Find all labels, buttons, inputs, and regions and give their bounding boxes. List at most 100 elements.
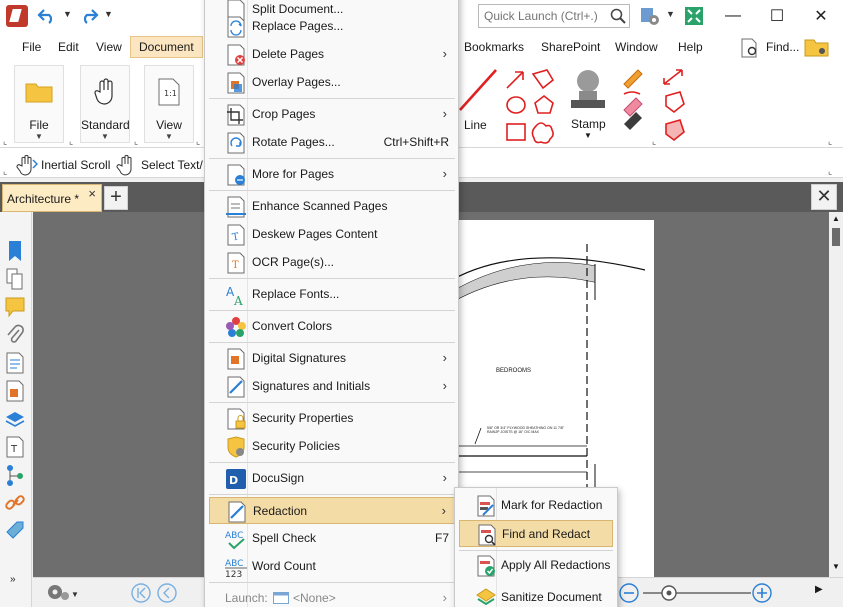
undo-icon[interactable] [34,5,60,27]
previous-page-icon[interactable] [157,583,177,603]
layers-icon[interactable] [5,408,25,430]
svg-text:1:1: 1:1 [164,89,177,98]
menu-sharepoint[interactable]: SharePoint [533,36,608,58]
vertical-scrollbar[interactable]: ▲ ▼ [829,212,843,577]
menu-item-delete-pages[interactable]: Delete Pages › [209,41,455,68]
customize-quick-access-icon[interactable]: ▼ [104,9,113,19]
word-count-icon: ABC123 [225,559,247,578]
file-ribbon-button[interactable]: File ▼ [14,65,64,143]
first-page-icon[interactable] [131,583,151,603]
stamp-ribbon-button[interactable]: Stamp ▼ [562,65,614,143]
menu-item-digital-signatures[interactable]: Digital Signatures › [209,345,455,372]
menu-edit[interactable]: Edit [50,36,87,58]
line-tool-icon[interactable] [458,66,498,116]
redo-icon[interactable] [76,5,102,27]
attachment-icon[interactable] [5,324,25,346]
menu-item-security-properties[interactable]: Security Properties [209,405,455,432]
status-settings-icon[interactable]: ▼ [45,581,79,606]
ribbon-corner-icon[interactable]: ⌞ [3,136,7,147]
menu-item-security-policies[interactable]: Security Policies [209,433,455,460]
add-tab-button[interactable]: + [104,186,128,210]
menu-item-spell-check[interactable]: ABC Spell Check F7 [209,525,455,552]
zoom-in-icon[interactable] [752,583,772,603]
close-tab-icon[interactable]: × [88,186,96,201]
structure-icon[interactable] [5,464,25,486]
menu-bookmarks[interactable]: Bookmarks [456,36,532,58]
apply-redactions-icon [477,555,495,577]
status-right-arrow-icon[interactable]: ▶ [815,584,823,595]
maximize-button[interactable]: ☐ [755,0,799,32]
view-ribbon-button[interactable]: 1:1 View ▼ [144,65,194,143]
zoom-out-icon[interactable] [619,583,639,603]
signatures-panel-icon[interactable] [5,380,25,402]
menu-item-replace-pages[interactable]: Replace Pages... [209,13,455,40]
toolbar-corner-icon[interactable]: ⌞ [3,166,7,177]
menu-item-label: Redaction [253,504,308,518]
drawing-note: 5/8" OR 3/4" PLYWOOD SHEATHING ON 11 7/8… [487,426,565,434]
zoom-slider-thumb[interactable] [660,584,678,602]
shape-tools-icon[interactable] [503,66,559,146]
menu-separator [209,158,455,159]
menu-item-enhance-scanned-pages[interactable]: Enhance Scanned Pages [209,193,455,220]
find-document-icon[interactable] [740,38,758,58]
inertial-scroll-button[interactable]: Inertial Scroll [14,154,110,176]
ribbon-corner-icon[interactable]: ⌞ [828,136,832,147]
bookmark-icon[interactable] [5,240,25,262]
select-text-button[interactable]: Select Text/ [114,154,203,176]
app-logo-icon[interactable] [6,5,28,27]
thumbnails-icon[interactable] [5,268,25,290]
menu-item-convert-colors[interactable]: Convert Colors [209,313,455,340]
settings-icon[interactable] [636,5,664,27]
page-properties-icon[interactable] [5,352,25,374]
close-document-button[interactable]: ✕ [811,184,837,210]
menu-item-replace-fonts[interactable]: AA Replace Fonts... [209,281,455,308]
menu-item-rotate-pages[interactable]: Rotate Pages... Ctrl+Shift+R [209,129,455,156]
ribbon-corner-icon[interactable]: ⌞ [69,136,73,147]
menu-item-deskew-pages-content[interactable]: T Deskew Pages Content [209,221,455,248]
close-window-button[interactable]: ✕ [799,0,843,32]
menu-item-word-count[interactable]: ABC 123 Word Count [209,553,455,580]
full-screen-icon[interactable] [681,5,707,27]
menu-item-more-for-pages[interactable]: More for Pages › [209,161,455,188]
ribbon-corner-icon[interactable]: ⌞ [652,136,656,147]
undo-dropdown-icon[interactable]: ▼ [63,9,72,19]
settings-dropdown-icon[interactable]: ▼ [666,9,675,19]
find-folder-icon[interactable] [804,36,830,58]
pencil-eraser-tools-icon[interactable] [620,66,646,138]
find-button[interactable]: Find... [758,36,807,58]
toolbar-corner-icon[interactable]: ⌞ [828,166,832,177]
menu-help[interactable]: Help [670,36,711,58]
quick-launch-search[interactable] [478,4,630,28]
menu-item-sanitize-document[interactable]: Sanitize Document [459,584,613,607]
minimize-button[interactable]: — [711,0,755,32]
menu-window[interactable]: Window [607,36,666,58]
menu-item-signatures-and-initials[interactable]: Signatures and Initials › [209,373,455,400]
menu-item-docusign[interactable]: D DocuSign › [209,465,455,492]
search-icon[interactable] [610,8,626,24]
menu-item-crop-pages[interactable]: Crop Pages › [209,101,455,128]
menu-item-find-and-redact[interactable]: Find and Redact [459,520,613,547]
menu-item-redaction[interactable]: Redaction › [209,497,455,524]
ribbon-corner-icon[interactable]: ⌞ [134,136,138,147]
scroll-down-icon[interactable]: ▼ [829,562,843,571]
menu-item-launch[interactable]: Launch: <None> › [209,585,455,607]
scroll-thumb[interactable] [832,228,840,246]
quick-launch-input[interactable] [479,5,603,27]
comments-icon[interactable] [5,296,25,318]
links-icon[interactable] [5,492,25,514]
standard-ribbon-button[interactable]: Standard ▼ [80,65,130,143]
menu-item-apply-all-redactions[interactable]: Apply All Redactions [459,552,613,579]
more-panels-icon[interactable]: » [10,574,16,585]
menu-item-overlay-pages[interactable]: Overlay Pages... [209,69,455,96]
tags-icon[interactable] [5,520,25,542]
ribbon-corner-icon[interactable]: ⌞ [196,136,200,147]
menu-file[interactable]: File [14,36,49,58]
scroll-up-icon[interactable]: ▲ [829,214,843,223]
menu-document[interactable]: Document [130,36,203,58]
menu-view[interactable]: View [88,36,130,58]
text-fields-icon[interactable]: T [5,436,25,458]
measure-tools-icon[interactable] [660,66,688,142]
menu-item-mark-for-redaction[interactable]: Mark for Redaction [459,492,613,519]
menu-item-ocr-pages[interactable]: T OCR Page(s)... [209,249,455,276]
tab-architecture[interactable]: Architecture * × [2,184,102,212]
